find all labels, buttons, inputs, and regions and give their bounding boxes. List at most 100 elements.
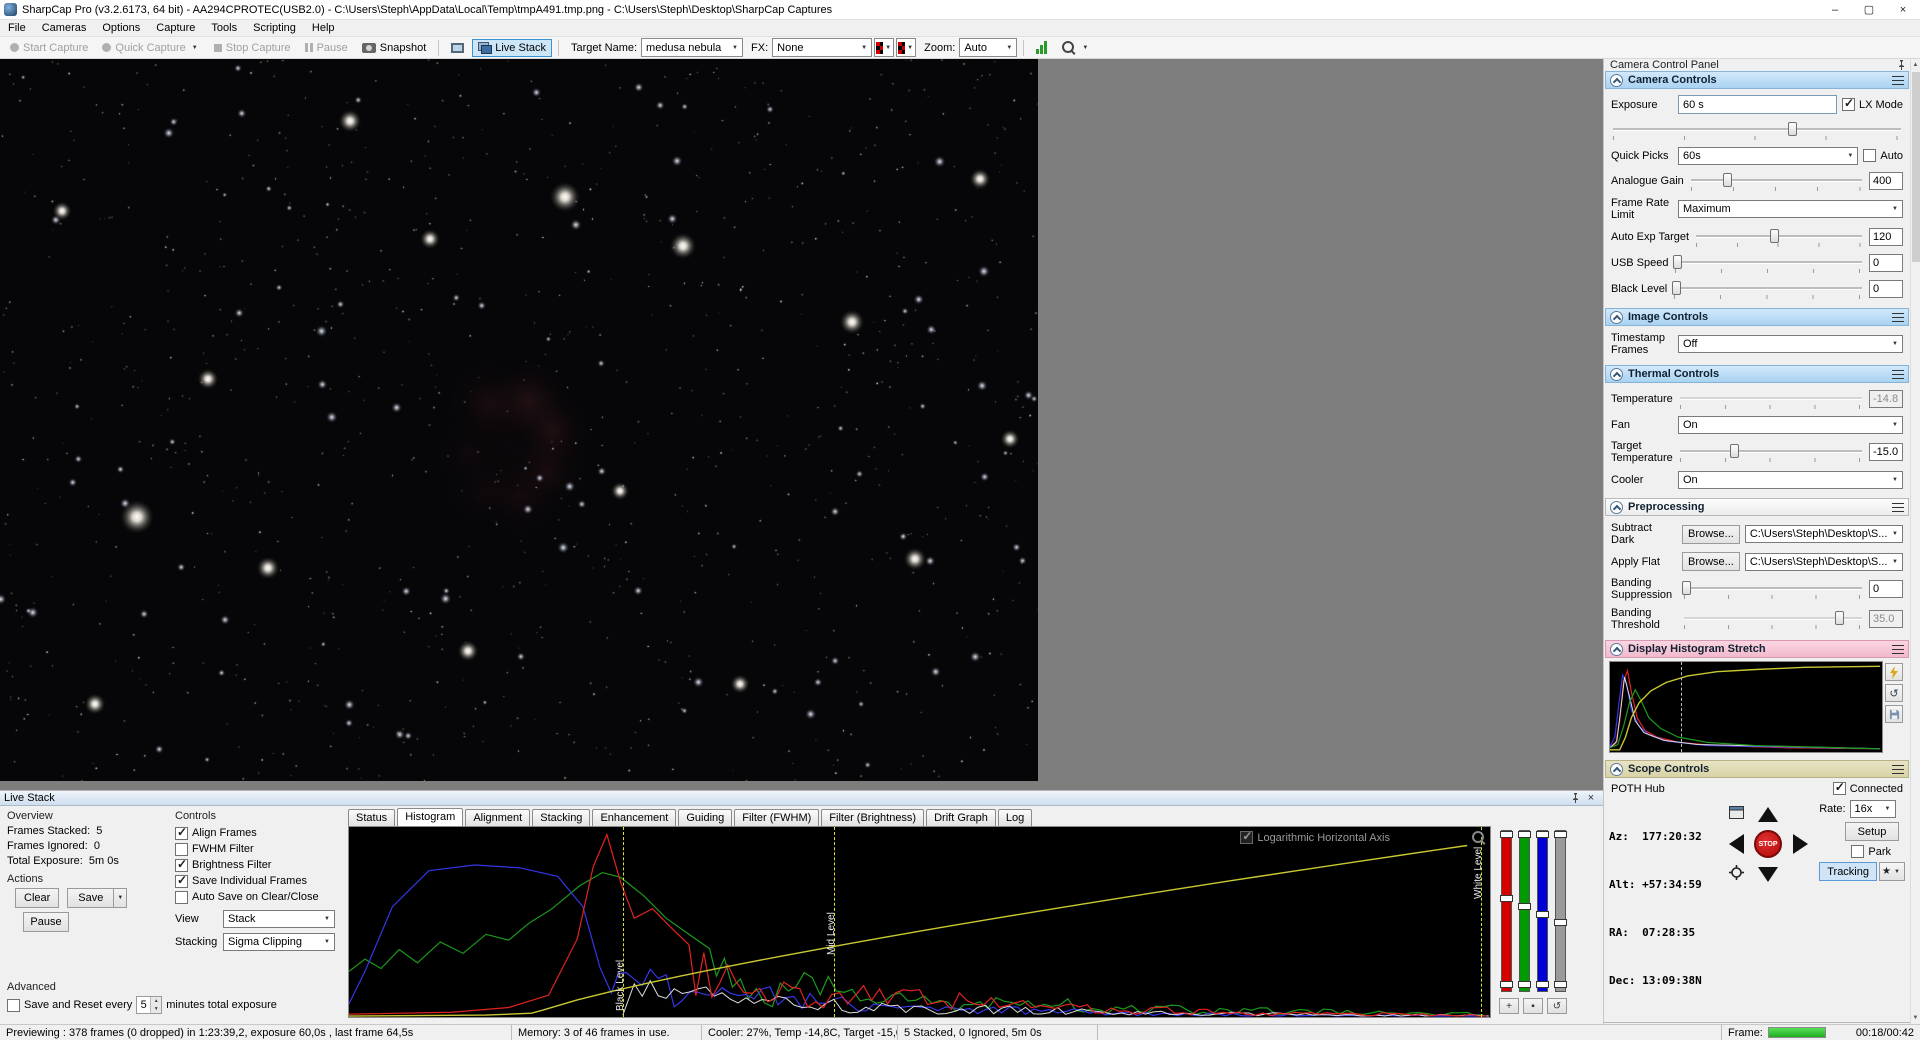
slider-handle[interactable]	[1554, 919, 1567, 926]
snapshot-button[interactable]: Snapshot	[356, 39, 432, 57]
slider-handle[interactable]	[1500, 980, 1513, 988]
maximize-button[interactable]: ▢	[1852, 0, 1886, 19]
slider-handle[interactable]	[1536, 831, 1549, 838]
close-icon[interactable]: ×	[1583, 792, 1599, 804]
pin-icon[interactable]	[1897, 60, 1906, 70]
auto-levels-button[interactable]: ▪	[1523, 998, 1543, 1014]
black-level-value[interactable]: 0	[1869, 280, 1903, 298]
thermal-controls-header[interactable]: Thermal Controls	[1605, 365, 1909, 383]
fwhm-filter-checkbox[interactable]	[175, 842, 188, 856]
menu-scripting[interactable]: Scripting	[245, 20, 304, 36]
scope-controls-header[interactable]: Scope Controls	[1605, 760, 1909, 778]
menu-tools[interactable]: Tools	[203, 20, 245, 36]
lx-mode-option[interactable]: LX Mode	[1841, 96, 1903, 111]
hamburger-menu-icon[interactable]	[1892, 764, 1904, 774]
target-temperature-value[interactable]: -15.0	[1869, 443, 1903, 461]
collapse-icon[interactable]	[1610, 367, 1623, 381]
start-capture-button[interactable]: Start Capture	[4, 39, 94, 57]
collapse-icon[interactable]	[1610, 762, 1623, 776]
hamburger-menu-icon[interactable]	[1892, 644, 1904, 654]
hamburger-menu-icon[interactable]	[1892, 312, 1904, 322]
green-level-slider[interactable]	[1518, 830, 1531, 992]
target-temperature-slider[interactable]	[1678, 442, 1864, 462]
collapse-icon[interactable]	[1610, 73, 1623, 87]
brightness-filter-checkbox[interactable]	[175, 857, 188, 872]
goto-catalog-button[interactable]	[1879, 862, 1905, 881]
slider-handle[interactable]	[1536, 911, 1549, 918]
tab-log[interactable]: Log	[997, 809, 1033, 826]
usb-speed-slider[interactable]	[1673, 253, 1864, 273]
crosshair-icon-button[interactable]	[1728, 865, 1744, 883]
slider-handle[interactable]	[1518, 980, 1531, 988]
slew-down-button[interactable]	[1758, 866, 1779, 882]
magnifier-icon[interactable]	[1471, 830, 1486, 845]
menu-cameras[interactable]: Cameras	[34, 20, 95, 36]
setup-button[interactable]: Setup	[1845, 822, 1899, 841]
all-level-slider[interactable]	[1554, 830, 1567, 992]
hamburger-menu-icon[interactable]	[1892, 369, 1904, 379]
slider-thumb[interactable]	[1673, 255, 1683, 269]
usb-speed-value[interactable]: 0	[1869, 254, 1903, 272]
save-reset-minutes-spinner[interactable]: 5 ▲ ▼	[136, 996, 163, 1014]
tab-status[interactable]: Status	[348, 809, 396, 826]
reticle-tool-button[interactable]	[1055, 37, 1096, 58]
live-stack-histogram-chart[interactable]: Black Level Mid Level White Level Logari…	[348, 826, 1491, 1018]
slider-handle[interactable]	[1536, 980, 1549, 988]
quick-picks-combo[interactable]: 60s	[1678, 146, 1859, 165]
lx-mode-checkbox[interactable]	[1841, 96, 1855, 111]
collapse-icon[interactable]	[1610, 310, 1623, 324]
stop-slew-button[interactable]: STOP	[1754, 830, 1783, 858]
log-axis-option[interactable]: Logarithmic Horizontal Axis	[1240, 829, 1390, 844]
slider-handle[interactable]	[1518, 831, 1531, 838]
exposure-slider[interactable]	[1611, 120, 1903, 140]
pause-button[interactable]: Pause	[299, 39, 354, 57]
blue-level-slider[interactable]	[1536, 830, 1549, 992]
auto-save-row[interactable]: Auto Save on Clear/Close	[175, 889, 348, 905]
fwhm-filter-row[interactable]: FWHM Filter	[175, 841, 348, 857]
tab-filter-brightness[interactable]: Filter (Brightness)	[821, 809, 925, 826]
tab-stacking[interactable]: Stacking	[532, 809, 591, 826]
minimize-button[interactable]: –	[1818, 0, 1852, 19]
menu-capture[interactable]: Capture	[148, 20, 203, 36]
scroll-up-arrow[interactable]: ▲	[1911, 59, 1920, 71]
align-frames-checkbox[interactable]	[175, 825, 188, 840]
auto-exp-target-value[interactable]: 120	[1869, 228, 1903, 246]
subtract-dark-browse-button[interactable]: Browse...	[1682, 524, 1740, 544]
collapse-icon[interactable]	[1610, 500, 1623, 514]
timestamp-frames-combo[interactable]: Off	[1678, 335, 1903, 353]
save-reset-checkbox[interactable]	[7, 998, 20, 1012]
preprocessing-header[interactable]: Preprocessing	[1605, 498, 1909, 516]
menu-options[interactable]: Options	[94, 20, 148, 36]
view-combo[interactable]: Stack	[223, 910, 335, 928]
close-button[interactable]: ×	[1886, 0, 1920, 19]
tab-guiding[interactable]: Guiding	[678, 809, 733, 826]
background-colour-swatch[interactable]	[896, 38, 917, 57]
auto-exp-target-slider[interactable]	[1694, 227, 1864, 247]
stop-capture-button[interactable]: Stop Capture	[208, 39, 297, 57]
rate-combo[interactable]: 16x	[1849, 800, 1896, 818]
black-level-slider[interactable]	[1672, 279, 1864, 299]
apply-flat-browse-button[interactable]: Browse...	[1682, 552, 1740, 571]
auto-exposure-option[interactable]: Auto	[1863, 149, 1903, 162]
window-icon-button[interactable]	[1728, 806, 1744, 822]
frame-rate-limit-combo[interactable]: Maximum	[1678, 200, 1903, 218]
save-individual-frames-row[interactable]: Save Individual Frames	[175, 873, 348, 889]
apply-levels-button[interactable]: +	[1499, 998, 1519, 1014]
brightness-filter-row[interactable]: Brightness Filter	[175, 857, 348, 873]
menu-file[interactable]: File	[0, 20, 34, 36]
slider-thumb[interactable]	[1729, 444, 1739, 458]
slider-handle[interactable]	[1554, 831, 1567, 838]
quick-capture-button[interactable]: Quick Capture	[96, 39, 205, 57]
save-individual-frames-checkbox[interactable]	[175, 873, 188, 888]
slider-handle[interactable]	[1554, 980, 1567, 988]
preview-display-button[interactable]	[445, 40, 470, 56]
align-frames-row[interactable]: Align Frames	[175, 825, 348, 841]
image-preview-area[interactable]	[0, 59, 1603, 790]
live-stack-button[interactable]: Live Stack	[472, 38, 552, 57]
analogue-gain-value[interactable]: 400	[1869, 172, 1903, 190]
foreground-colour-swatch[interactable]	[874, 38, 895, 57]
connected-checkbox[interactable]	[1832, 780, 1846, 795]
reset-stretch-button[interactable]: ↺	[1885, 684, 1903, 702]
exposure-input[interactable]: 60 s	[1678, 95, 1837, 114]
image-controls-header[interactable]: Image Controls	[1605, 308, 1909, 326]
